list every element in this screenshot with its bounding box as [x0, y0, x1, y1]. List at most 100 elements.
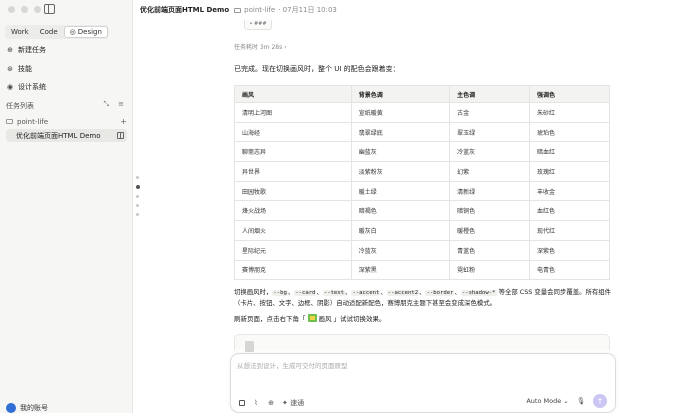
column-header: 主色调: [449, 85, 531, 103]
header: 优化前端页面HTML Demo point-life · 07月11日 10:0…: [140, 5, 337, 15]
table-cell: 幽蓝灰: [350, 141, 451, 163]
style-color-table: 画风 背景色调 主色调 强调色 清明上河图 宣纸暖黄 古金 朱砂红 山海经 翡翠绿底 翠玉绿…: [234, 85, 610, 281]
tab-code[interactable]: Code: [35, 26, 63, 38]
column-header: 背景色调: [350, 85, 451, 103]
table-cell: 暖灰白: [350, 220, 451, 241]
refresh-hint: 刷新页面，点击右下角「 画风 」试试切换效果。: [234, 313, 386, 323]
page-title: 优化前端页面HTML Demo: [140, 6, 230, 14]
palette-icon: ◉: [6, 83, 14, 91]
close-window-button[interactable]: [8, 6, 15, 13]
folder-label: point-life: [17, 117, 49, 126]
plus-icon: ⊕: [7, 46, 13, 54]
table-cell: 青蓝色: [449, 239, 531, 261]
task-list-title: 任务列表: [6, 102, 34, 110]
document-icon: [245, 341, 254, 352]
code-var: --shadow-*: [460, 290, 497, 296]
table-cell: 古金: [449, 102, 531, 123]
task-list-tools: ⤡ ≡: [104, 100, 124, 109]
mode-switcher: Work Code ◎ Design: [5, 25, 109, 39]
tab-design[interactable]: ◎ Design: [63, 26, 108, 38]
table-cell: 山海经: [234, 121, 352, 143]
table-cell: 异世界: [234, 161, 352, 182]
tab-design-label: Design: [77, 28, 102, 36]
add-task-icon[interactable]: +: [120, 117, 127, 126]
send-button[interactable]: ↑: [593, 394, 607, 408]
design-system-label: 设计系统: [18, 83, 46, 91]
prompt-input[interactable]: [237, 360, 607, 372]
microphone-icon[interactable]: 🎙: [577, 397, 585, 405]
scroll-dot-active[interactable]: [135, 185, 140, 189]
mode-label: Auto Mode: [526, 397, 562, 405]
mode-dropdown[interactable]: Auto Mode ⌄: [526, 397, 568, 405]
scroll-dot[interactable]: [136, 213, 139, 216]
tab-work[interactable]: Work: [6, 26, 34, 38]
globe-icon[interactable]: ⊕: [267, 399, 275, 407]
table-cell: 暖土绿: [350, 180, 451, 202]
para3-icon-label: 画风: [318, 315, 332, 323]
maximize-window-button[interactable]: [34, 6, 41, 13]
table-row: 人间烟火 暖灰白 暖橙色 现代红: [234, 220, 610, 241]
scroll-dot[interactable]: [136, 204, 139, 207]
panel-icon[interactable]: [117, 132, 124, 139]
table-cell: 朱砂红: [529, 102, 610, 123]
table-cell: 田园牧歌: [234, 180, 352, 202]
table-cell: 暗血红: [529, 141, 610, 163]
table-cell: 翡翠绿底: [350, 121, 451, 143]
avatar: [6, 403, 16, 413]
column-header: 画风: [234, 85, 352, 103]
folder-icon: [234, 7, 242, 13]
previous-message-tail: • ###: [244, 20, 272, 30]
composer-tools: ⌇ ⊕ ✦ 速通: [239, 398, 304, 408]
table-row: 田园牧歌 暖土绿 清新绿 丰收金: [234, 180, 610, 202]
table-cell: 烽火战场: [234, 200, 352, 222]
table-body: 清明上河图 宣纸暖黄 古金 朱砂红 山海经 翡翠绿底 翠玉绿 琥珀色 聊斋志异 幽蓝灰 冷蓝灰 暗血红…: [234, 102, 610, 281]
chevron-right-icon[interactable]: ›: [284, 44, 286, 51]
image-attach-icon[interactable]: [239, 400, 245, 406]
table-row: 赛博朋克 深紫黑 霓虹粉 电青色: [234, 259, 610, 281]
table-cell: 暖橙色: [449, 220, 531, 241]
code-var: --accent: [351, 290, 381, 296]
para3-before: 刷新页面，点击右下角「: [234, 315, 306, 323]
user-account[interactable]: 我的账号: [6, 403, 48, 413]
table-cell: 翠玉绿: [449, 121, 531, 143]
table-row: 清明上河图 宣纸暖黄 古金 朱砂红: [234, 102, 610, 123]
project-name[interactable]: point-life: [244, 6, 275, 14]
model-selector[interactable]: ✦ 速通: [282, 398, 304, 408]
filter-icon[interactable]: ≡: [118, 100, 124, 109]
task-item-active[interactable]: 优化前端页面HTML Demo: [6, 129, 127, 142]
css-vars-paragraph: 切换画风时，--bg、--card、--text、--accent、--acce…: [234, 288, 612, 307]
composer: ⌇ ⊕ ✦ 速通 Auto Mode ⌄ 🎙 ↑: [230, 353, 616, 413]
para2-before: 切换画风时，: [234, 288, 273, 296]
table-row: 烽火战场 暗褐色 暗铜色 血红色: [234, 200, 610, 222]
para2-after: 等全部 CSS 变量会同步覆盖。所有组件（卡片、按钮、文字、边框、阴影）自动适配…: [234, 288, 612, 307]
table-cell: 星际纪元: [234, 239, 352, 261]
file-attachment-card[interactable]: [234, 334, 610, 352]
table-header-row: 画风 背景色调 主色调 强调色: [234, 85, 610, 103]
scroll-dot[interactable]: [136, 195, 139, 198]
collapse-icon[interactable]: ⤡: [104, 100, 110, 109]
design-system-button[interactable]: ◉ 设计系统: [6, 82, 46, 92]
sidebar: Work Code ◎ Design ⊕ 新建任务 ⊛ 技能 ◉ 设计系统 任务列…: [0, 0, 133, 413]
table-cell: 霓虹粉: [449, 259, 531, 281]
table-cell: 深紫黑: [350, 259, 451, 281]
window-controls: [8, 6, 41, 13]
minimize-window-button[interactable]: [21, 6, 28, 13]
sidebar-toggle-icon[interactable]: [44, 4, 55, 14]
folder-icon: [6, 119, 13, 124]
table-cell: 深紫色: [529, 239, 610, 261]
paperclip-icon[interactable]: ⌇: [252, 399, 260, 407]
folder-point-life[interactable]: point-life +: [6, 117, 127, 126]
tab-work-label: Work: [11, 28, 29, 36]
table-cell: 清新绿: [449, 180, 531, 202]
user-label: 我的账号: [20, 404, 48, 412]
scroll-dot[interactable]: [136, 176, 139, 179]
design-icon: ◎: [69, 28, 76, 36]
skills-button[interactable]: ⊛ 技能: [6, 64, 32, 74]
intro-text: 已完成。现在切换画风时，整个 UI 的配色会跟着变：: [234, 65, 400, 73]
composer-right: Auto Mode ⌄ 🎙 ↑: [526, 394, 607, 408]
table-row: 异世界 淡紫粉灰 幻紫 玫瑰红: [234, 161, 610, 182]
column-header: 强调色: [529, 85, 610, 103]
table-row: 聊斋志异 幽蓝灰 冷蓝灰 暗血红: [234, 141, 610, 163]
scroll-indicator[interactable]: [135, 176, 140, 216]
new-task-button[interactable]: ⊕ 新建任务: [6, 45, 46, 55]
